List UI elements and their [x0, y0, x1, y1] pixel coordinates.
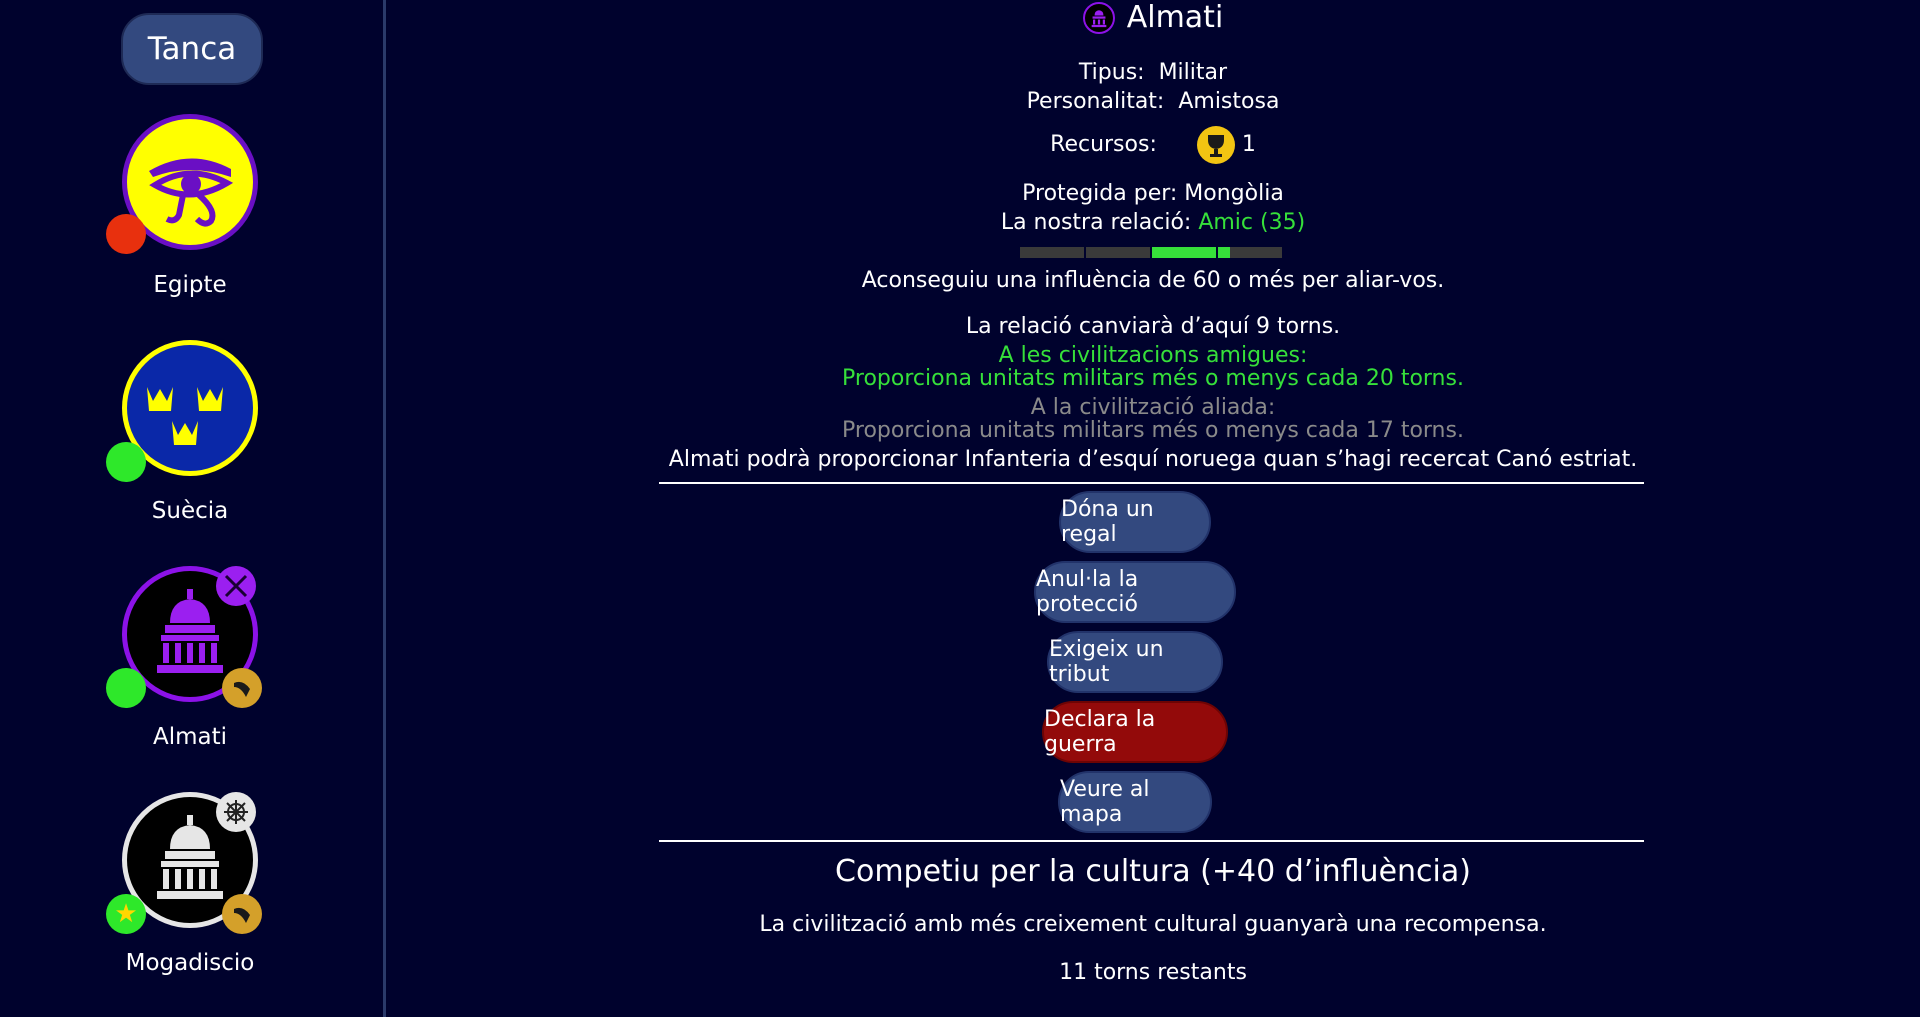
relation-bar-segment: [1086, 247, 1150, 258]
type-label: Tipus:: [1078, 60, 1145, 85]
relation-row: La nostra relació: Amic (35): [386, 210, 1920, 235]
quest-description: La civilització amb més creixement cultu…: [759, 912, 1547, 937]
resources-row: Recursos: 1: [386, 126, 1920, 164]
quest-turns-left: 11 torns restants: [1059, 960, 1247, 985]
declare-war-button[interactable]: Declara la guerra: [1042, 701, 1228, 763]
section-divider: [659, 840, 1644, 842]
personality-label: Personalitat:: [1026, 89, 1165, 114]
civ-item-mogadishu[interactable]: ★ Mogadiscio: [106, 792, 272, 982]
city-state-title: Almati: [1126, 0, 1224, 35]
relation-label: La nostra relació:: [1000, 210, 1192, 235]
ally-bonus: Proporciona unitats militars més o menys…: [842, 418, 1464, 443]
resources-label: Recursos:: [1050, 132, 1157, 157]
relation-value: Amic (35): [1198, 210, 1306, 235]
relation-bar-segment: [1020, 247, 1084, 258]
relation-bar-segment: [1152, 247, 1216, 258]
city-state-detail: Almati Tipus: Militar Personalitat: Amis…: [386, 0, 1920, 1017]
give-gift-button[interactable]: Dóna un regal: [1059, 491, 1211, 553]
section-divider: [659, 482, 1644, 484]
civ-name: Suècia: [151, 498, 229, 524]
civ-item-almati[interactable]: Almati: [106, 566, 272, 756]
friends-bonus: Proporciona unitats militars més o menys…: [842, 366, 1464, 391]
horn-icon: [222, 668, 262, 708]
close-button[interactable]: Tanca: [121, 13, 263, 85]
crossed-swords-icon: [216, 566, 256, 606]
civ-name: Almati: [152, 724, 228, 750]
civ-item-egypt[interactable]: Egipte: [106, 114, 272, 304]
civ-item-sweden[interactable]: Suècia: [106, 340, 272, 530]
civ-sidebar: Tanca Egipte Suècia Almati ★ Mogadiscio: [0, 0, 384, 1017]
revoke-protection-button[interactable]: Anul·la la protecció: [1034, 561, 1236, 623]
trophy-icon: [1196, 126, 1235, 164]
change-note: La relació canviarà d’aquí 9 torns.: [965, 314, 1341, 339]
civ-name: Egipte: [153, 272, 227, 298]
status-dot-friend: [106, 668, 146, 708]
protected-by: Protegida per: Mongòlia: [1022, 181, 1284, 206]
horn-icon: [222, 894, 262, 934]
detail-header: Almati: [386, 0, 1920, 36]
capitol-icon: [1082, 1, 1115, 34]
demand-tribute-button[interactable]: Exigeix un tribut: [1047, 631, 1223, 693]
status-dot-friend: [106, 442, 146, 482]
civ-name: Mogadiscio: [125, 950, 255, 976]
type-row: Tipus: Militar: [386, 60, 1920, 85]
relation-bar-marker: [1218, 247, 1230, 258]
ally-heading: A la civilització aliada:: [1030, 395, 1276, 420]
eye-of-horus-icon: [149, 158, 234, 227]
star-icon: ★: [106, 894, 146, 934]
personality-row: Personalitat: Amistosa: [386, 89, 1920, 114]
quest-title: Competiu per la cultura (+40 d’influènci…: [835, 854, 1471, 889]
status-dot-war: [106, 214, 146, 254]
type-value: Militar: [1158, 60, 1228, 85]
three-crowns-icon: [147, 387, 223, 445]
personality-value: Amistosa: [1178, 89, 1280, 114]
resource-count: 1: [1241, 132, 1256, 157]
friends-heading: A les civilitzacions amigues:: [998, 343, 1308, 368]
influence-note: Aconseguiu una influència de 60 o més pe…: [861, 268, 1445, 293]
view-on-map-button[interactable]: Veure al mapa: [1058, 771, 1212, 833]
ship-wheel-icon: [216, 792, 256, 832]
unit-note: Almati podrà proporcionar Infanteria d’e…: [668, 447, 1638, 472]
